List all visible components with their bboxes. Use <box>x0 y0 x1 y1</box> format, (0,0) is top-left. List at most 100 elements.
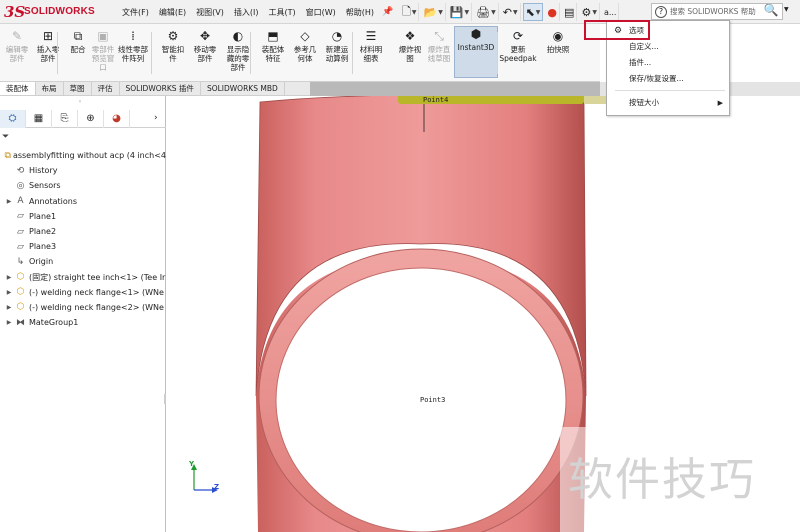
command-motion-study-button[interactable]: ◔ 新建运 动算例 <box>322 29 352 63</box>
bom-icon: ☰ <box>365 29 377 43</box>
part-icon: ⬡ <box>16 302 25 313</box>
crosshair-icon: ⊕ <box>86 113 95 124</box>
command-smart-fastener-button[interactable]: ⚙ 智能扣 件 <box>158 29 188 63</box>
tab-layout[interactable]: 布局 <box>36 82 64 95</box>
tree-item-label: History <box>29 166 58 176</box>
move-component-icon: ✥ <box>199 29 211 43</box>
part-icon: ⬡ <box>16 287 25 298</box>
expand-arrow-icon[interactable]: ▶ <box>4 274 14 281</box>
tab-mbd[interactable]: SOLIDWORKS MBD <box>201 82 285 95</box>
menu-tools[interactable]: 工具(T) <box>266 7 303 18</box>
command-snapshot-button[interactable]: ◉ 拍快照 <box>543 29 573 54</box>
tree-item[interactable]: ▱ Plane3 <box>0 239 166 254</box>
options-button[interactable]: ⚙ ▼ <box>579 3 600 21</box>
traffic-light-button[interactable]: ● <box>545 3 561 21</box>
expand-arrow-icon[interactable]: ▶ <box>4 198 14 205</box>
edit-component-icon: ✎ <box>11 29 23 43</box>
tree-item[interactable]: ▶ ⬡ (-) welding neck flange<2> (WNe <box>0 300 166 315</box>
tree-item[interactable]: ▶ ⬡ (-) welding neck flange<1> (WNe <box>0 285 166 300</box>
tab-assembly[interactable]: 装配体 <box>0 82 36 95</box>
tree-item[interactable]: ▱ Plane1 <box>0 209 166 224</box>
command-label: Instant3D <box>457 43 495 52</box>
solidworks-logo[interactable]: 3S SOLIDWORKS <box>4 3 104 21</box>
tree-item-label: MateGroup1 <box>29 318 79 328</box>
command-component-preview-button[interactable]: ▣ 零部件 预览窗 口 <box>88 29 118 72</box>
command-tabs: 装配体 布局 草图 评估 SOLIDWORKS 插件 SOLIDWORKS MB… <box>0 82 310 96</box>
expand-arrow-icon[interactable]: ▶ <box>4 289 14 296</box>
chevron-down-icon: ▼ <box>592 8 597 16</box>
undo-button[interactable]: ↶ ▼ <box>501 3 521 21</box>
command-instant3d-button[interactable]: ⬢ Instant3D <box>454 26 498 78</box>
print-button[interactable]: 🖨 ▼ <box>474 3 499 21</box>
tree-item[interactable]: ▶ A Annotations <box>0 194 166 209</box>
collapse-handle-icon[interactable]: ◦ <box>78 98 82 106</box>
tab-addins[interactable]: SOLIDWORKS 插件 <box>120 82 201 95</box>
command-insert-component-button[interactable]: ⊞ 插入零 部件 <box>33 29 63 63</box>
chevron-right-icon[interactable]: › <box>154 113 158 123</box>
filter-icon[interactable]: ⏷ <box>2 132 9 142</box>
menu-view[interactable]: 视图(V) <box>194 7 232 18</box>
tree-item[interactable]: ▱ Plane2 <box>0 224 166 239</box>
chevron-down-icon[interactable]: ▼ <box>784 6 789 13</box>
command-speedpak-button[interactable]: ⟳ 更新 Speedpak <box>499 29 536 63</box>
user-button[interactable]: a... <box>602 3 620 21</box>
menu-insert[interactable]: 插入(I) <box>232 7 267 18</box>
command-explode-line-sketch-button[interactable]: ⤡ 爆炸直 线草图 <box>424 29 454 64</box>
menu-file[interactable]: 文件(F) <box>120 7 157 18</box>
tree-item[interactable]: ▶ ⬡ (固定) straight tee inch<1> (Tee Ir <box>0 270 166 285</box>
gear-icon: ⚙ <box>581 5 592 19</box>
menu-window[interactable]: 窗口(W) <box>304 7 344 18</box>
tab-sketch[interactable]: 草图 <box>64 82 92 95</box>
propertymanager-tab[interactable]: ▦ <box>26 109 52 128</box>
point-label-top: Point4 <box>423 96 449 104</box>
tree-item[interactable]: ↳ Origin <box>0 254 166 269</box>
annotations-icon: A <box>17 196 24 207</box>
command-assembly-feature-button[interactable]: ⬒ 装配体 特征 <box>258 29 288 63</box>
new-document-button[interactable]: 🗋 ▼ <box>400 3 420 21</box>
display-manager-tab[interactable]: ◕ <box>104 109 130 128</box>
command-show-hidden-button[interactable]: ◐ 显示隐 藏的零 部件 <box>223 29 253 72</box>
command-exploded-view-button[interactable]: ❖ 爆炸视 图 <box>395 29 425 63</box>
help-icon[interactable]: ? <box>655 5 667 18</box>
menu-edit[interactable]: 编辑(E) <box>157 7 194 18</box>
pin-icon[interactable]: 📌 <box>382 7 393 17</box>
command-bom-button[interactable]: ☰ 材料明 细表 <box>356 29 386 63</box>
menu-help[interactable]: 帮助(H) <box>344 7 382 18</box>
chevron-down-icon: ▼ <box>512 8 518 16</box>
chevron-down-icon: ▼ <box>464 8 470 16</box>
save-button[interactable]: 💾 ▼ <box>448 3 473 21</box>
tree-item[interactable]: ⟲ History <box>0 163 166 178</box>
tree-item[interactable]: ⧉ assemblyfitting without acp (4 inch<4 <box>0 148 167 163</box>
reference-geometry-icon: ◇ <box>300 29 310 43</box>
tree-item[interactable]: ◎ Sensors <box>0 178 166 193</box>
menu-item-customize[interactable]: 自定义... <box>607 40 729 54</box>
tab-evaluate[interactable]: 评估 <box>92 82 120 95</box>
menu-item-save-restore[interactable]: 保存/恢复设置... <box>607 72 729 86</box>
tree-item[interactable]: ▶ ⧓ MateGroup1 <box>0 315 166 330</box>
open-button[interactable]: 📂 ▼ <box>421 3 446 21</box>
select-button[interactable]: ⬉ ▼ <box>522 3 544 21</box>
panel-tabs: ⛭ ▦ ⎘ ⊕ ◕ <box>0 109 166 128</box>
featuremanager-tab[interactable]: ⛭ <box>0 109 26 128</box>
command-move-component-button[interactable]: ✥ 移动零 部件 <box>190 29 220 63</box>
command-linear-pattern-button[interactable]: ⁞ 线性零部 件阵列 <box>118 29 148 63</box>
command-reference-geometry-button[interactable]: ◇ 参考几 何体 <box>290 29 320 63</box>
expand-arrow-icon[interactable]: ▶ <box>4 304 14 311</box>
command-edit-component-button[interactable]: ✎ 编辑零 部件 <box>2 29 32 63</box>
file-properties-button[interactable]: ▤ <box>562 3 578 21</box>
search-icon[interactable]: 🔍 <box>760 3 782 20</box>
sensors-icon: ◎ <box>16 180 25 191</box>
configurationmanager-tab[interactable]: ⎘ <box>52 109 78 128</box>
undo-icon: ↶ <box>502 5 512 19</box>
command-label: 材料明 细表 <box>359 45 383 63</box>
dimxpert-tab[interactable]: ⊕ <box>78 109 104 128</box>
menu-item-button-size[interactable]: 按钮大小 ▶ <box>607 96 729 110</box>
menu-item-button-size-label: 按钮大小 <box>629 98 659 107</box>
tree-item-label: assemblyfitting without acp (4 inch<4 <box>12 151 166 161</box>
expand-arrow-icon[interactable]: ▶ <box>4 319 14 326</box>
menu-item-addins[interactable]: 插件... <box>607 56 729 70</box>
smart-fastener-icon: ⚙ <box>167 29 179 43</box>
mategroup-icon: ⧓ <box>16 317 25 328</box>
triad-y-label: Y <box>189 460 195 468</box>
appearance-icon: ◕ <box>112 113 121 124</box>
